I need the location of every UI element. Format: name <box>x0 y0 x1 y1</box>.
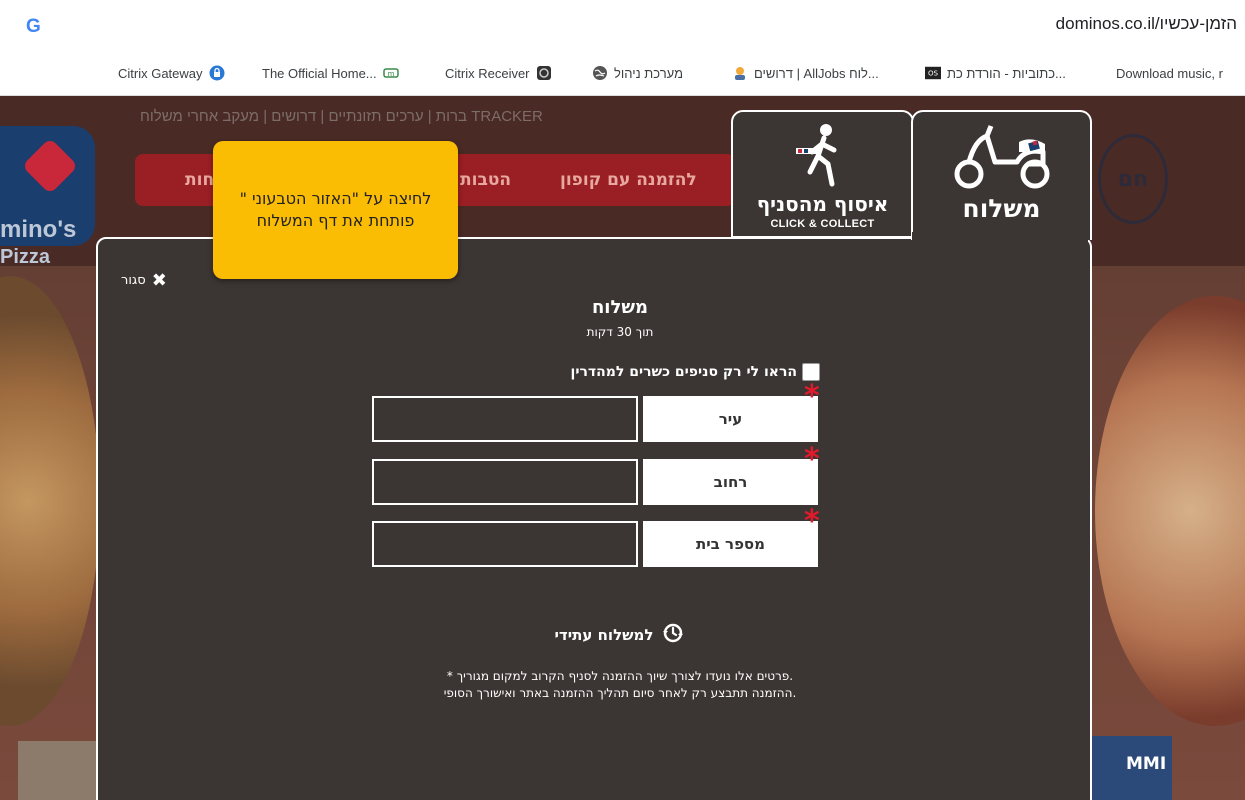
bookmark-download-music[interactable]: Download music, r <box>1116 63 1223 83</box>
site-icon: m <box>382 65 399 81</box>
annotation-text: לחיצה על "האזור הטבעוני " פותחת את דף המ… <box>239 189 432 230</box>
bookmarks-bar: Citrix Gateway The Official Home... m Ci… <box>0 50 1245 96</box>
bookmark-citrix-gateway[interactable]: Citrix Gateway <box>118 63 225 83</box>
tab-delivery[interactable]: משלוח <box>911 110 1092 240</box>
bookmark-label: Download music, r <box>1116 65 1223 81</box>
bookmark-alljobs[interactable]: דרושים | AllJobs לוח... <box>732 63 879 83</box>
promo-card-left[interactable] <box>18 741 98 800</box>
house-number-label: מספר בית <box>643 521 818 567</box>
tab-pickup[interactable]: איסוף מהסניף CLICK & COLLECT <box>731 110 914 238</box>
google-logo-icon[interactable]: G <box>26 16 41 38</box>
future-delivery-link[interactable]: למשלוח עתידי <box>500 622 740 648</box>
walking-person-icon <box>788 122 858 192</box>
bookmark-label: Citrix Receiver <box>445 65 530 81</box>
bookmark-label: Citrix Gateway <box>118 65 203 81</box>
required-star-icon: * <box>804 379 820 414</box>
scooter-icon <box>947 122 1057 196</box>
street-input[interactable] <box>372 459 638 505</box>
street-field-row: רחוב * <box>372 445 820 505</box>
promo-card-right[interactable]: MMI <box>1092 736 1172 800</box>
close-button[interactable]: סגור ✖ <box>121 270 167 291</box>
disclaimer-line-2: ההזמנה תתבצע רק לאחר סיום תהליך ההזמנה ב… <box>443 686 797 700</box>
bookmark-management-system[interactable]: מערכת ניהול <box>592 63 683 83</box>
kosher-label: הראו לי רק סניפים כשרים למהדרין <box>570 364 797 380</box>
required-star-icon: * <box>804 442 820 477</box>
redbar-item[interactable]: הטבות <box>460 170 511 190</box>
city-field-row: עיר * <box>372 382 820 442</box>
alljobs-icon <box>732 65 748 81</box>
address-bar: G dominos.co.il/הזמן-עכשיו <box>0 0 1245 50</box>
citrix-icon <box>536 65 552 81</box>
close-icon: ✖ <box>151 270 167 291</box>
url-text[interactable]: dominos.co.il/הזמן-עכשיו <box>1056 14 1237 34</box>
house-number-field-row: מספר בית * <box>372 507 820 567</box>
lock-icon <box>209 65 225 81</box>
required-star-icon: * <box>804 504 820 539</box>
annotation-tooltip: לחיצה על "האזור הטבעוני " פותחת את דף המ… <box>213 141 458 279</box>
city-label: עיר <box>643 396 818 442</box>
disclaimer-line-1: * פרטים אלו נועדו לצורך שיוך ההזמנה לסני… <box>446 669 794 683</box>
bookmark-label: דרושים | AllJobs לוח... <box>754 65 879 81</box>
dominos-logo-text: mino's <box>0 216 77 243</box>
tab-join <box>912 232 1088 246</box>
house-number-input[interactable] <box>372 521 638 567</box>
globe-icon <box>592 65 608 81</box>
city-input[interactable] <box>372 396 638 442</box>
tab-pickup-label: איסוף מהסניף <box>756 192 889 216</box>
form-subtitle: תוך 30 דקות <box>586 325 654 339</box>
subtitles-icon: OS <box>925 65 941 81</box>
redbar-item[interactable]: להזמנה עם קופון <box>560 170 697 190</box>
bookmark-official-home[interactable]: The Official Home... m <box>262 63 399 83</box>
future-delivery-clock-icon <box>661 621 685 649</box>
dominos-logo-text-2: Pizza <box>0 246 51 268</box>
pizza-image-right <box>1095 296 1245 726</box>
form-title: משלוח <box>591 297 649 318</box>
kosher-filter[interactable]: הראו לי רק סניפים כשרים למהדרין <box>520 361 820 383</box>
close-label: סגור <box>121 273 146 288</box>
bookmark-subtitles[interactable]: OS כתוביות - הורדת כת... <box>925 63 1066 83</box>
svg-text:m: m <box>387 70 394 78</box>
tab-delivery-label: משלוח <box>962 194 1041 223</box>
hot-badge: חם <box>1098 134 1168 224</box>
svg-text:OS: OS <box>928 69 939 78</box>
bookmark-label: The Official Home... <box>262 65 377 81</box>
street-label: רחוב <box>643 459 818 505</box>
site-top-nav[interactable]: ברות | ערכים תזונתיים | דרושים | מעקב אח… <box>140 108 740 138</box>
pizza-image-left <box>0 276 100 726</box>
bookmark-label: כתוביות - הורדת כת... <box>947 65 1066 81</box>
disclaimer-text: * פרטים אלו נועדו לצורך שיוך ההזמנה לסני… <box>300 668 940 702</box>
delivery-modal <box>96 237 1092 800</box>
tab-pickup-sublabel: CLICK & COLLECT <box>770 218 875 230</box>
bookmark-label: מערכת ניהול <box>614 65 684 81</box>
future-delivery-label: למשלוח עתידי <box>554 626 654 644</box>
bookmark-citrix-receiver[interactable]: Citrix Receiver <box>445 63 552 83</box>
